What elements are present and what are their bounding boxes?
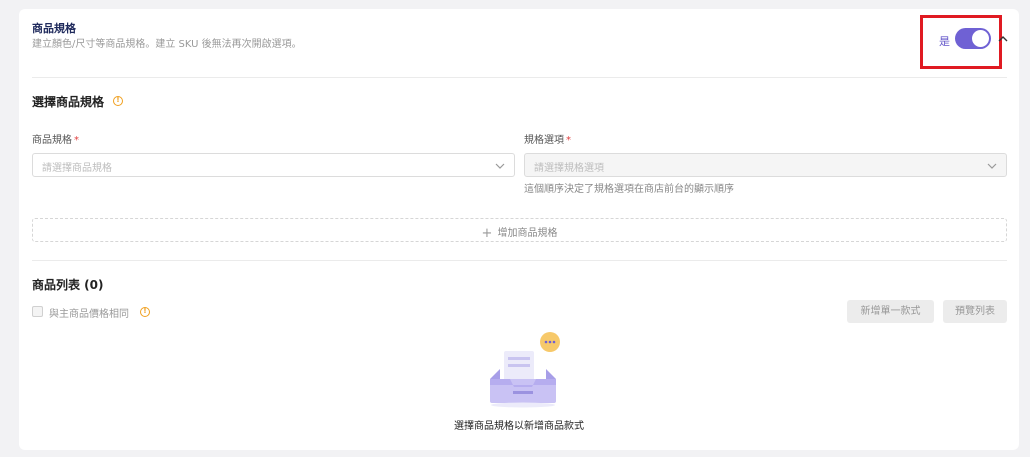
chevron-down-icon — [495, 163, 505, 169]
info-icon: ! — [113, 96, 123, 106]
add-spec-button-label: 增加商品規格 — [497, 228, 558, 239]
product-spec-card: 商品規格 建立顏色/尺寸等商品規格。建立 SKU 後無法再次開啟選項。 是 選擇… — [19, 9, 1019, 450]
required-mark: * — [566, 135, 571, 146]
chevron-down-icon — [987, 163, 997, 169]
option-select-placeholder: 請選擇規格選項 — [534, 163, 604, 174]
option-field-label-text: 規格選項 — [524, 135, 564, 146]
empty-box-illustration-icon — [490, 332, 560, 408]
divider — [32, 260, 1007, 261]
section-header-title: 商品規格 — [32, 22, 76, 35]
spec-select[interactable]: 請選擇商品規格 — [32, 153, 515, 177]
required-mark: * — [74, 135, 79, 146]
info-icon: ! — [140, 307, 150, 317]
spec-select-placeholder: 請選擇商品規格 — [42, 163, 112, 174]
same-price-checkbox[interactable] — [32, 306, 43, 317]
spec-field-label: 商品規格 * — [32, 131, 79, 146]
add-single-variant-button[interactable]: 新增單一款式 — [847, 300, 934, 323]
toggle-label: 是 — [939, 35, 950, 48]
plus-icon: + — [481, 226, 493, 241]
section-header-description: 建立顏色/尺寸等商品規格。建立 SKU 後無法再次開啟選項。 — [32, 39, 302, 50]
empty-state-text: 選擇商品規格以新增商品款式 — [454, 421, 584, 432]
divider — [32, 77, 1007, 78]
product-list-title: 商品列表 (0) — [32, 278, 104, 292]
spec-field-label-text: 商品規格 — [32, 135, 72, 146]
collapse-chevron-up-icon[interactable] — [996, 32, 1010, 46]
option-order-hint: 這個順序決定了規格選項在商店前台的顯示順序 — [524, 184, 734, 195]
option-field-label: 規格選項 * — [524, 131, 571, 146]
toggle-knob — [972, 30, 989, 47]
spec-section-title: 選擇商品規格 — [32, 95, 105, 109]
option-select[interactable]: 請選擇規格選項 — [524, 153, 1007, 177]
add-spec-button[interactable]: + 增加商品規格 — [32, 218, 1007, 242]
same-price-label: 與主商品價格相同 — [49, 309, 129, 320]
preview-list-button[interactable]: 預覽列表 — [943, 300, 1007, 323]
spec-toggle-switch[interactable] — [955, 28, 991, 49]
